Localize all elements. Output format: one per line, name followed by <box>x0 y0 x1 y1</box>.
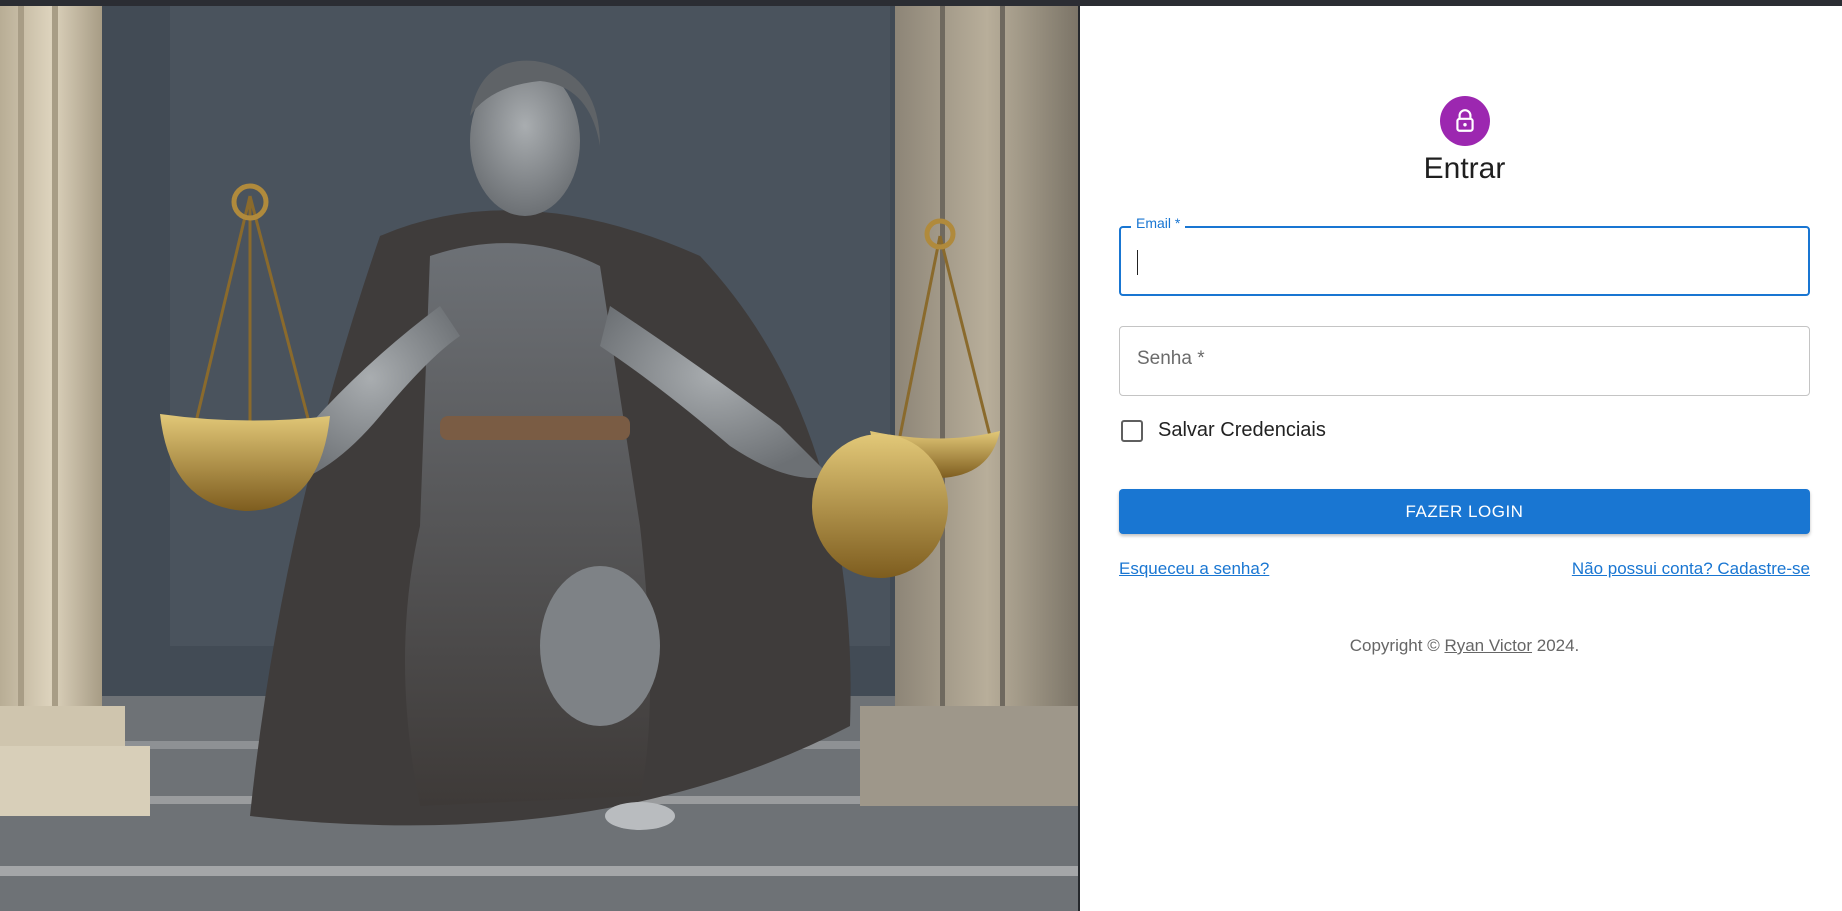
remember-checkbox[interactable] <box>1121 419 1143 442</box>
password-field[interactable] <box>1119 326 1810 396</box>
email-label: Email * <box>1131 215 1186 231</box>
copyright-suffix: 2024. <box>1532 636 1580 655</box>
password-label: Senha * <box>1137 348 1205 369</box>
forgot-password-link[interactable]: Esqueceu a senha? <box>1119 559 1269 579</box>
lock-avatar <box>1440 96 1490 146</box>
lady-justice-statue-illustration <box>0 6 1079 911</box>
copyright-prefix: Copyright © <box>1349 636 1445 655</box>
author-link[interactable]: Ryan Victor <box>1444 636 1532 655</box>
email-input[interactable] <box>1137 228 1792 294</box>
signup-link[interactable]: Não possui conta? Cadastre-se <box>1572 559 1810 579</box>
email-field[interactable] <box>1119 226 1810 296</box>
login-button[interactable]: FAZER LOGIN <box>1119 489 1810 534</box>
remember-credentials[interactable]: Salvar Credenciais <box>1121 419 1326 442</box>
hero-image <box>0 6 1079 911</box>
password-input[interactable] <box>1136 327 1791 395</box>
lock-icon <box>1456 109 1474 132</box>
remember-label: Salvar Credenciais <box>1158 419 1326 441</box>
copyright-footer: Copyright © Ryan Victor 2024. <box>1080 636 1842 656</box>
page-title: Entrar <box>1423 152 1506 185</box>
